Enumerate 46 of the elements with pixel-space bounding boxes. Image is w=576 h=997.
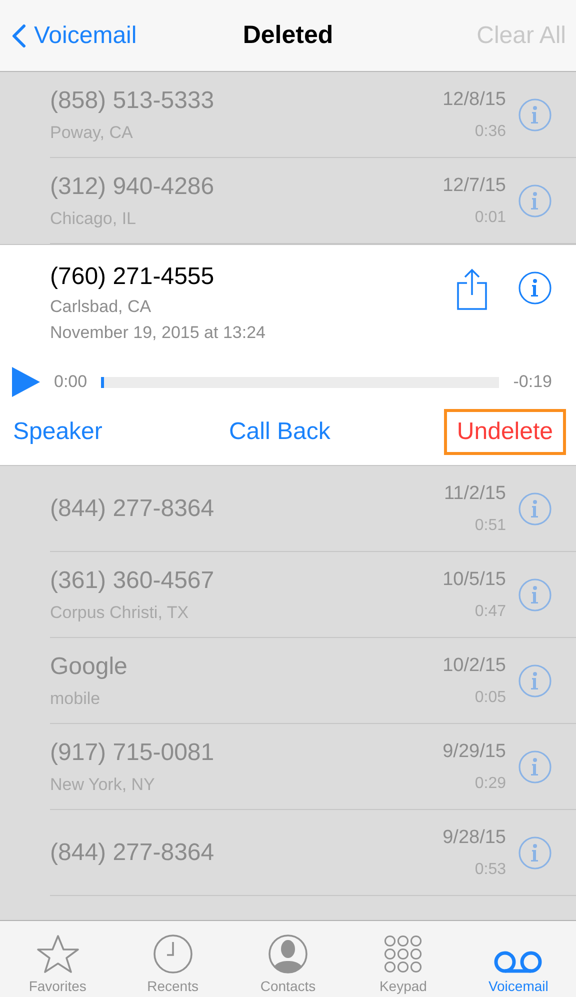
- message-date: 9/29/15: [442, 741, 506, 763]
- back-chevron-icon: [12, 24, 26, 48]
- message-date: 10/2/15: [442, 655, 506, 677]
- keypad-icon: [383, 934, 424, 974]
- voicemail-icon: [493, 950, 544, 974]
- tab[interactable]: Recents: [115, 921, 230, 997]
- caller-name: (312) 940-4286: [50, 173, 216, 201]
- message-date: 11/2/15: [444, 483, 506, 505]
- message-date: 12/8/15: [442, 89, 506, 111]
- caller-name: (844) 277-8364: [50, 839, 216, 867]
- message-date: 9/28/15: [442, 827, 506, 849]
- screen-title: Deleted: [242, 21, 334, 50]
- info-icon[interactable]: [518, 492, 552, 526]
- tab[interactable]: Favorites: [0, 921, 116, 997]
- info-icon[interactable]: [518, 184, 552, 218]
- remaining-time: -0:19: [513, 372, 552, 392]
- caller-number: (760) 271-4555: [50, 263, 216, 291]
- play-icon[interactable]: [12, 367, 40, 397]
- elapsed-time: 0:00: [54, 372, 88, 392]
- info-icon[interactable]: [518, 836, 552, 870]
- playback-scrubber[interactable]: [101, 376, 104, 388]
- info-icon[interactable]: [518, 750, 552, 784]
- tab[interactable]: Voicemail: [460, 921, 576, 997]
- caller-name: (917) 715-0081: [50, 739, 216, 767]
- caller-name: (858) 513-5333: [50, 87, 216, 115]
- info-icon[interactable]: [518, 98, 552, 132]
- caller-name: (844) 277-8364: [50, 495, 216, 523]
- message-date: 10/5/15: [442, 569, 506, 591]
- contact-icon: [268, 934, 308, 974]
- caller-name: Google: [50, 653, 128, 681]
- star-icon: [36, 934, 80, 974]
- action-button[interactable]: Speaker: [0, 409, 116, 455]
- tab[interactable]: Contacts: [230, 921, 346, 997]
- caller-name: (361) 360-4567: [50, 567, 216, 595]
- message-timestamp: November 19, 2015 at 13:24: [50, 323, 266, 343]
- info-icon[interactable]: [518, 578, 552, 612]
- message-date: 12/7/15: [442, 175, 506, 197]
- caller-location: Carlsbad, CA: [50, 297, 152, 317]
- info-icon[interactable]: [518, 271, 552, 305]
- info-icon[interactable]: [518, 664, 552, 698]
- action-button[interactable]: Undelete: [444, 409, 566, 455]
- share-icon[interactable]: [456, 267, 488, 311]
- back-button[interactable]: Voicemail: [12, 22, 137, 50]
- action-button[interactable]: Call Back: [216, 409, 344, 455]
- clock-icon: [152, 934, 193, 974]
- tab[interactable]: Keypad: [346, 921, 461, 997]
